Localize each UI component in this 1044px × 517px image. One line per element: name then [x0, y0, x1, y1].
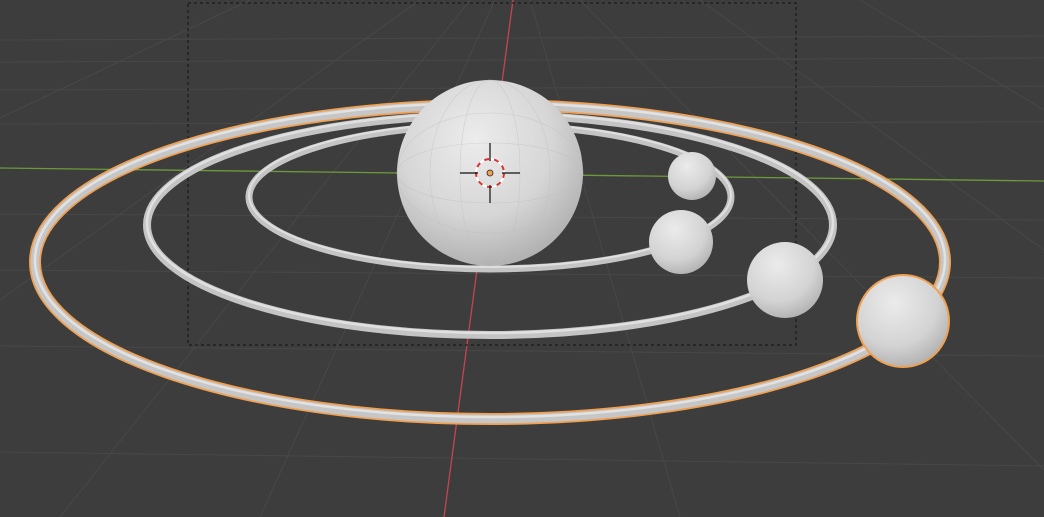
planet-4[interactable] — [856, 274, 950, 368]
planet-1[interactable] — [668, 152, 716, 200]
planet-3[interactable] — [747, 242, 823, 318]
planet-2[interactable] — [649, 210, 713, 274]
3d-viewport[interactable] — [0, 0, 1044, 517]
origin-dot — [486, 169, 494, 177]
viewport-canvas[interactable] — [0, 0, 1044, 517]
